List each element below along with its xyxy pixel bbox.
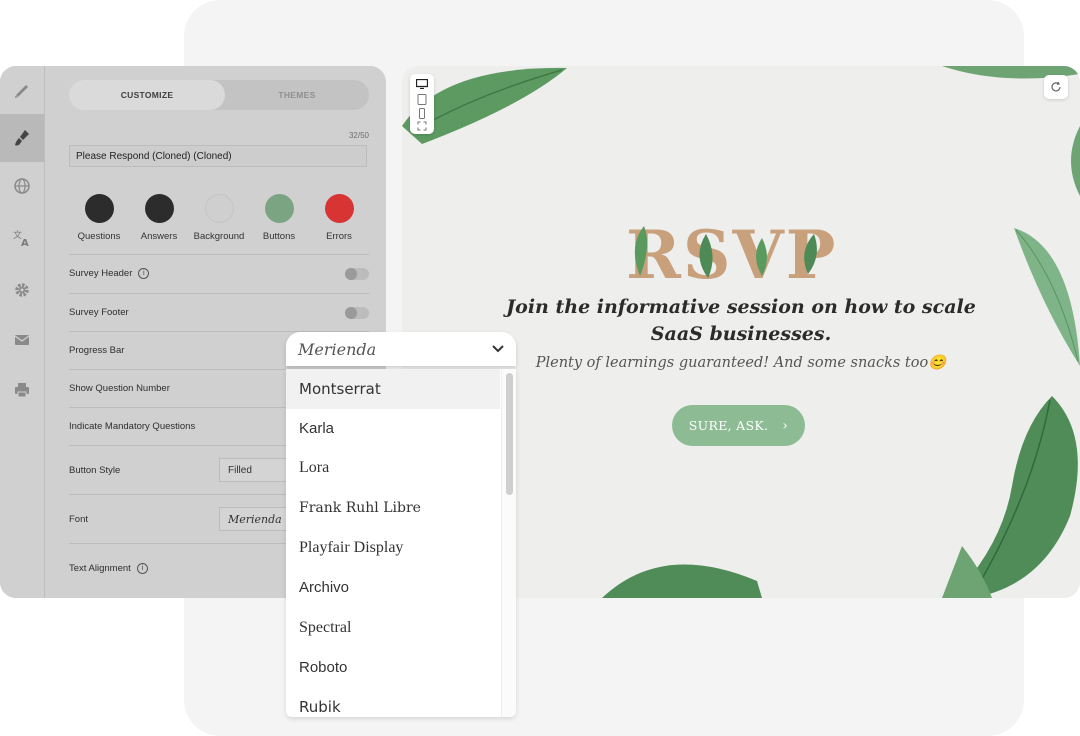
swatch-label: Background [193, 231, 245, 242]
envelope-icon [14, 335, 30, 345]
cta-label: SURE, ASK. [688, 418, 769, 433]
toggle-knob [345, 268, 357, 280]
font-option-rubik[interactable]: Rubik [286, 687, 516, 717]
rail-settings[interactable] [0, 266, 44, 314]
mobile-icon[interactable] [415, 107, 429, 119]
gear-icon [15, 283, 29, 297]
font-option-lora[interactable]: Lora [286, 449, 516, 489]
font-option-montserrat[interactable]: Montserrat [286, 369, 500, 409]
leaf-illustration [942, 396, 1078, 598]
swatch-label: Buttons [262, 231, 296, 242]
leaf-illustration [1071, 126, 1080, 196]
swatch-answers[interactable]: Answers [129, 192, 189, 242]
setting-label: Progress Bar [69, 345, 125, 356]
setting-label-wrap: Survey Header i [69, 268, 150, 279]
swatch-dot [84, 194, 114, 223]
setting-label: Text Alignment [69, 563, 131, 574]
font-option-roboto[interactable]: Roboto [286, 648, 516, 688]
chevron-down-icon [492, 345, 504, 353]
setting-label: Survey Footer [69, 307, 129, 318]
color-swatches: Questions Answers Background Buttons Err… [69, 192, 369, 244]
info-icon[interactable]: i [138, 268, 150, 279]
rail-print[interactable] [0, 366, 44, 414]
swatch-background[interactable]: Background [189, 192, 249, 242]
swatch-dot [144, 194, 174, 223]
rsvp-logo: RSVP [626, 216, 835, 288]
font-option-spectral[interactable]: Spectral [286, 608, 516, 648]
side-rail: 文A [0, 66, 45, 598]
swatch-buttons[interactable]: Buttons [249, 192, 309, 242]
desktop-icon[interactable] [415, 78, 429, 90]
swatch-dot [264, 194, 294, 223]
setting-label: Show Question Number [69, 383, 170, 394]
survey-footer-toggle[interactable] [345, 307, 369, 319]
start-survey-button[interactable]: SURE, ASK. › [672, 405, 805, 446]
font-dropdown: Merienda Montserrat Karla Lora Frank Ruh… [286, 332, 516, 717]
rail-design[interactable] [0, 114, 44, 162]
rail-edit[interactable] [0, 66, 44, 114]
rail-translate[interactable]: 文A [0, 214, 44, 262]
toggle-knob [345, 307, 357, 319]
pencil-icon [15, 85, 28, 98]
setting-label: Indicate Mandatory Questions [69, 421, 196, 432]
font-option-playfair-display[interactable]: Playfair Display [286, 528, 516, 568]
dropdown-scrollbar[interactable] [506, 373, 513, 495]
font-option-list: Montserrat Karla Lora Frank Ruhl Libre P… [286, 369, 516, 717]
setting-label: Survey Header [69, 268, 133, 279]
swatch-dot [204, 194, 234, 223]
setting-label: Font [69, 514, 89, 525]
font-dropdown-trigger[interactable]: Merienda [286, 332, 516, 366]
swatch-errors[interactable]: Errors [309, 192, 369, 242]
survey-header-toggle[interactable] [345, 268, 369, 280]
setting-label: Button Style [69, 465, 121, 476]
setting-survey-header: Survey Header i [69, 254, 369, 293]
font-option-frank-ruhl-libre[interactable]: Frank Ruhl Libre [286, 488, 516, 528]
device-switcher [410, 74, 434, 134]
printer-icon [15, 383, 29, 398]
swatch-label: Errors [326, 231, 352, 242]
font-option-karla[interactable]: Karla [286, 409, 516, 449]
globe-icon [14, 178, 30, 194]
tab-themes[interactable]: THEMES [225, 80, 369, 110]
tablet-icon[interactable] [415, 93, 429, 105]
swatch-dot [324, 194, 354, 223]
refresh-icon [1051, 81, 1061, 92]
leaf-illustration [602, 564, 762, 598]
setting-label-wrap: Text Alignment i [69, 563, 148, 574]
swatch-label: Answers [140, 231, 178, 242]
swatch-questions[interactable]: Questions [69, 192, 129, 242]
refresh-button[interactable] [1044, 75, 1068, 99]
tab-customize[interactable]: CUSTOMIZE [69, 80, 225, 110]
svg-text:A: A [21, 238, 29, 248]
rail-email[interactable] [0, 316, 44, 364]
title-char-counter: 32/50 [348, 131, 369, 140]
translate-icon: 文A [13, 229, 29, 248]
tab-switcher: CUSTOMIZE THEMES [69, 80, 369, 110]
headline-text: Join the informative session on how to s… [506, 296, 976, 345]
font-dropdown-value: Merienda [298, 339, 377, 359]
chevron-right-icon: › [782, 417, 789, 434]
survey-title-input[interactable]: Please Respond (Cloned) (Cloned) [69, 145, 367, 167]
rail-language[interactable] [0, 162, 44, 210]
paint-brush-icon [15, 130, 29, 146]
setting-survey-footer: Survey Footer [69, 293, 369, 332]
swatch-label: Questions [77, 231, 121, 242]
info-icon[interactable]: i [136, 563, 148, 574]
fullscreen-icon[interactable] [415, 120, 429, 132]
font-option-archivo[interactable]: Archivo [286, 568, 516, 608]
